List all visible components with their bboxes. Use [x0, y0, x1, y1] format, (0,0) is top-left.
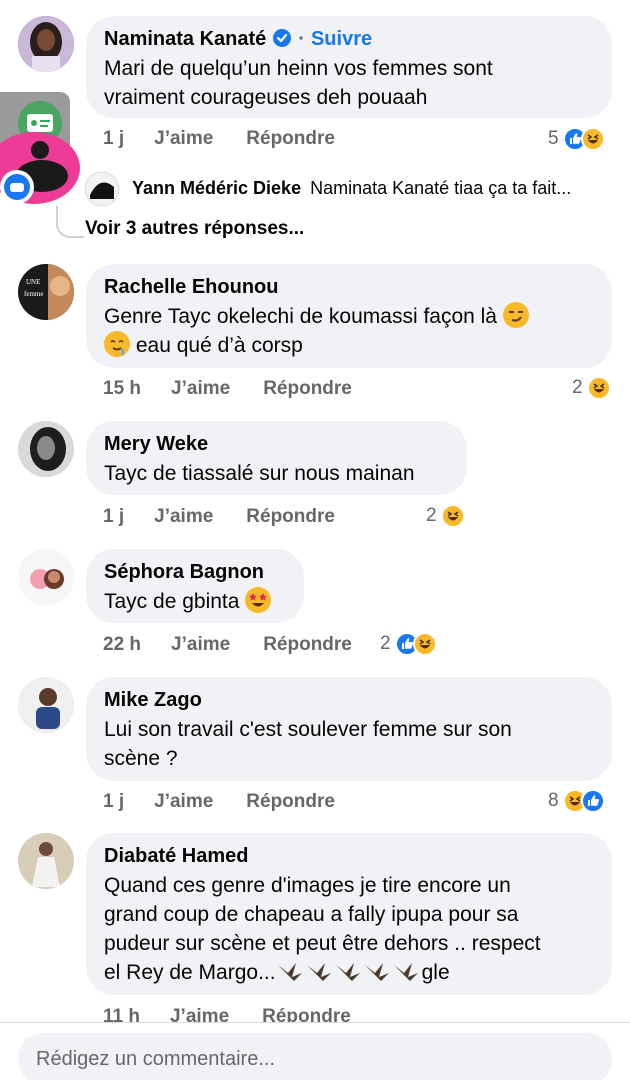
haha-reaction-icon — [580, 127, 605, 151]
comment-text: Lui son travail c'est soulever femme sur… — [104, 715, 594, 773]
comment-author[interactable]: Séphora Bagnon — [104, 559, 286, 585]
avatar[interactable] — [18, 833, 74, 889]
reaction-summary[interactable]: 2 — [426, 504, 465, 528]
comment-text-line: pudeur sur scène et peut être dehors .. … — [104, 932, 541, 955]
comment-bubble: Mike Zago Lui son travail c'est soulever… — [86, 677, 612, 781]
haha-reaction-icon — [586, 376, 611, 400]
avatar[interactable] — [18, 549, 74, 605]
comment-actions: 15 h J’aime Répondre — [103, 378, 384, 400]
reply-button[interactable]: Répondre — [246, 506, 335, 528]
comment-text-line: Tayc de gbinta — [104, 590, 240, 613]
reply-button[interactable]: Répondre — [246, 791, 335, 813]
comment-text: Mari de quelqu’un heinn vos femmes sont … — [104, 54, 594, 112]
comment-text-line: gle — [421, 961, 450, 984]
comment-text-line: el Rey de Margo... — [104, 961, 276, 984]
like-reaction-icon — [580, 789, 605, 813]
haha-reaction-icon — [412, 632, 437, 656]
comment-text-line: eau qué d’à corsp — [135, 334, 303, 357]
smirk-emoji-icon — [502, 302, 529, 328]
avatar[interactable] — [18, 677, 74, 733]
comment-input[interactable]: Rédigez un commentaire... — [18, 1033, 612, 1080]
comment-text-line: Mari de quelqu’un heinn vos femmes sont — [104, 57, 493, 80]
comment-time: 1 j — [103, 128, 125, 149]
comment-text-line: Quand ces genre d'images je tire encore … — [104, 874, 511, 897]
avatar[interactable]: UNE femme — [18, 264, 74, 320]
svg-text:UNE: UNE — [26, 278, 40, 286]
comment-bubble: Mery Weke Tayc de tiassalé sur nous main… — [86, 421, 467, 495]
svg-text:femme: femme — [24, 290, 43, 298]
comment-actions: 1 j J’aime Répondre — [103, 128, 367, 150]
reaction-count: 2 — [572, 377, 583, 398]
reaction-count: 2 — [380, 633, 391, 654]
comment-text-line: Lui son travail c'est soulever femme sur… — [104, 718, 512, 741]
reaction-count: 2 — [426, 505, 437, 526]
comment-bubble: Diabaté Hamed Quand ces genre d'images j… — [86, 833, 612, 995]
comment-text-line: scène ? — [104, 747, 178, 770]
reply-button[interactable]: Répondre — [263, 634, 352, 656]
comment-author[interactable]: Naminata Kanaté — [104, 28, 266, 50]
verified-badge-icon — [272, 28, 292, 48]
comment-time: 22 h — [103, 634, 142, 655]
comment-time: 15 h — [103, 378, 142, 399]
comment-text: Tayc de gbinta — [104, 587, 286, 616]
reaction-count: 5 — [548, 128, 559, 149]
avatar[interactable] — [18, 16, 74, 72]
comment-author[interactable]: Rachelle Ehounou — [104, 274, 594, 300]
comment-text: Tayc de tiassalé sur nous mainan — [104, 462, 415, 485]
messenger-icon[interactable] — [0, 170, 34, 204]
comment-composer-bar: Rédigez un commentaire... — [0, 1022, 630, 1080]
star-struck-emoji-icon — [245, 587, 272, 613]
like-button[interactable]: J’aime — [154, 128, 213, 150]
follow-button[interactable]: Suivre — [311, 28, 372, 50]
haha-reaction-icon — [440, 504, 465, 528]
comment-actions: 1 j J’aime Répondre — [103, 506, 367, 528]
comment-time: 1 j — [103, 506, 125, 527]
reply-author[interactable]: Yann Médéric Dieke — [132, 178, 301, 198]
like-button[interactable]: J’aime — [154, 791, 213, 813]
comment-actions: 1 j J’aime Répondre — [103, 791, 367, 813]
reaction-count: 8 — [548, 790, 559, 811]
comment-text: Quand ces genre d'images je tire encore … — [104, 871, 594, 991]
reaction-summary[interactable]: 8 — [548, 789, 605, 813]
like-button[interactable]: J’aime — [171, 634, 230, 656]
like-button[interactable]: J’aime — [171, 378, 230, 400]
reply-button[interactable]: Répondre — [246, 128, 335, 150]
reaction-summary[interactable]: 5 — [548, 127, 605, 151]
comment-text-line: Genre Tayc okelechi de koumassi façon là — [104, 305, 497, 328]
reply-thread-line — [56, 206, 84, 238]
reaction-summary[interactable]: 2 — [380, 632, 437, 656]
comment-bubble: Naminata Kanaté · Suivre Mari de quelqu’un… — [86, 16, 612, 118]
reply-avatar[interactable] — [84, 171, 120, 207]
reply-text: Naminata Kanaté tiaa ça ta fait... — [310, 178, 572, 198]
comment-author[interactable]: Diabaté Hamed — [104, 843, 594, 869]
reply-button[interactable]: Répondre — [263, 378, 352, 400]
reply-preview[interactable]: Yann Médéric Dieke Naminata Kanaté tiaa … — [132, 178, 571, 199]
comment-text-line: grand coup de chapeau a fally ipupa pour… — [104, 903, 519, 926]
separator-dot: · — [298, 28, 305, 50]
comment-text: Genre Tayc okelechi de koumassi façon là… — [104, 302, 594, 360]
avatar[interactable] — [18, 421, 74, 477]
comment-author[interactable]: Mery Weke — [104, 431, 449, 457]
eagle-emoji-icon — [276, 959, 422, 991]
comment-text-line: vraiment courageuses deh pouaah — [104, 86, 428, 109]
comment-author[interactable]: Mike Zago — [104, 687, 594, 713]
comment-time: 1 j — [103, 791, 125, 812]
reaction-summary[interactable]: 2 — [572, 376, 611, 400]
comment-bubble: Séphora Bagnon Tayc de gbinta — [86, 549, 304, 623]
like-button[interactable]: J’aime — [154, 506, 213, 528]
more-replies-link[interactable]: Voir 3 autres réponses... — [85, 218, 304, 240]
comment-actions: 22 h J’aime Répondre — [103, 634, 384, 656]
comment-bubble: Rachelle Ehounou Genre Tayc okelechi de … — [86, 264, 612, 368]
drooling-emoji-icon — [104, 331, 130, 357]
